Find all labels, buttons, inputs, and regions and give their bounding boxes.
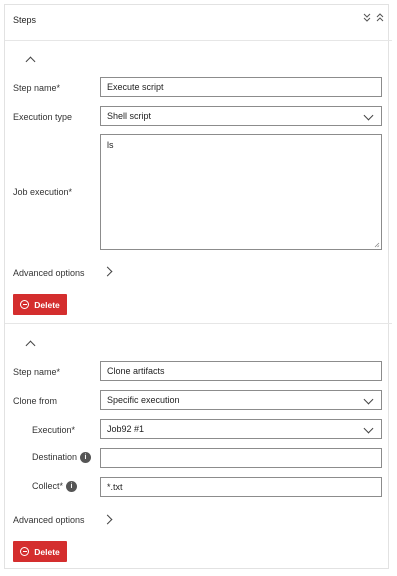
resize-grip-icon[interactable] <box>374 242 380 248</box>
double-chevron-up-icon <box>376 13 384 22</box>
step1-advanced-options-toggle[interactable] <box>102 266 114 277</box>
chevron-down-icon <box>363 423 374 434</box>
header-divider <box>5 40 392 41</box>
step1-advanced-options-label[interactable]: Advanced options <box>13 268 85 278</box>
step1-job-execution-value: ls <box>107 140 114 150</box>
step2-collect-label-row: Collect* i <box>32 481 78 493</box>
step1-execution-type-select[interactable]: Shell script <box>100 106 382 126</box>
step2-advanced-options-label[interactable]: Advanced options <box>13 515 85 525</box>
chevron-right-icon <box>102 514 113 525</box>
step2-clone-from-label: Clone from <box>13 396 58 406</box>
step1-delete-label: Delete <box>34 299 60 310</box>
step2-delete-label: Delete <box>34 546 60 557</box>
step1-execution-type-label: Execution type <box>13 112 73 122</box>
collapse-all-button[interactable] <box>362 12 372 24</box>
step2-step-name-label: Step name* <box>13 367 61 377</box>
panel-title: Steps <box>13 15 37 25</box>
info-icon[interactable]: i <box>80 452 92 464</box>
minus-circle-icon <box>20 300 30 309</box>
chevron-right-icon <box>102 266 113 277</box>
step1-step-name-input[interactable]: Execute script <box>100 77 382 97</box>
step2-clone-from-value: Specific execution <box>107 395 180 405</box>
step1-job-execution-label: Job execution* <box>13 187 73 197</box>
info-icon[interactable]: i <box>66 481 78 493</box>
step2-collapse-button[interactable] <box>25 339 37 351</box>
step2-execution-label: Execution* <box>32 425 76 435</box>
chevron-up-icon <box>25 56 36 67</box>
step1-job-execution-textarea[interactable]: ls <box>100 134 382 250</box>
step-divider <box>5 323 392 324</box>
chevron-up-icon <box>25 340 36 351</box>
step1-delete-button[interactable]: Delete <box>13 294 67 315</box>
step2-execution-select[interactable]: Job92 #1 <box>100 419 382 439</box>
step2-destination-label: Destination <box>32 452 78 462</box>
step2-collect-label: Collect* <box>32 481 64 491</box>
double-chevron-down-icon <box>363 13 371 22</box>
step1-collapse-button[interactable] <box>25 55 37 67</box>
step2-delete-button[interactable]: Delete <box>13 541 67 562</box>
expand-all-button[interactable] <box>375 12 385 24</box>
step2-clone-from-select[interactable]: Specific execution <box>100 390 382 410</box>
step2-step-name-input[interactable]: Clone artifacts <box>100 361 382 381</box>
minus-circle-icon <box>20 547 30 556</box>
step2-destination-label-row: Destination i <box>32 452 92 464</box>
chevron-down-icon <box>363 110 374 121</box>
chevron-down-icon <box>363 394 374 405</box>
step1-step-name-label: Step name* <box>13 83 61 93</box>
step2-execution-value: Job92 #1 <box>107 424 145 434</box>
step2-advanced-options-toggle[interactable] <box>102 514 114 525</box>
step1-execution-type-value: Shell script <box>107 111 152 121</box>
step2-destination-input[interactable] <box>100 448 382 468</box>
step2-collect-input[interactable]: *.txt <box>100 477 382 497</box>
